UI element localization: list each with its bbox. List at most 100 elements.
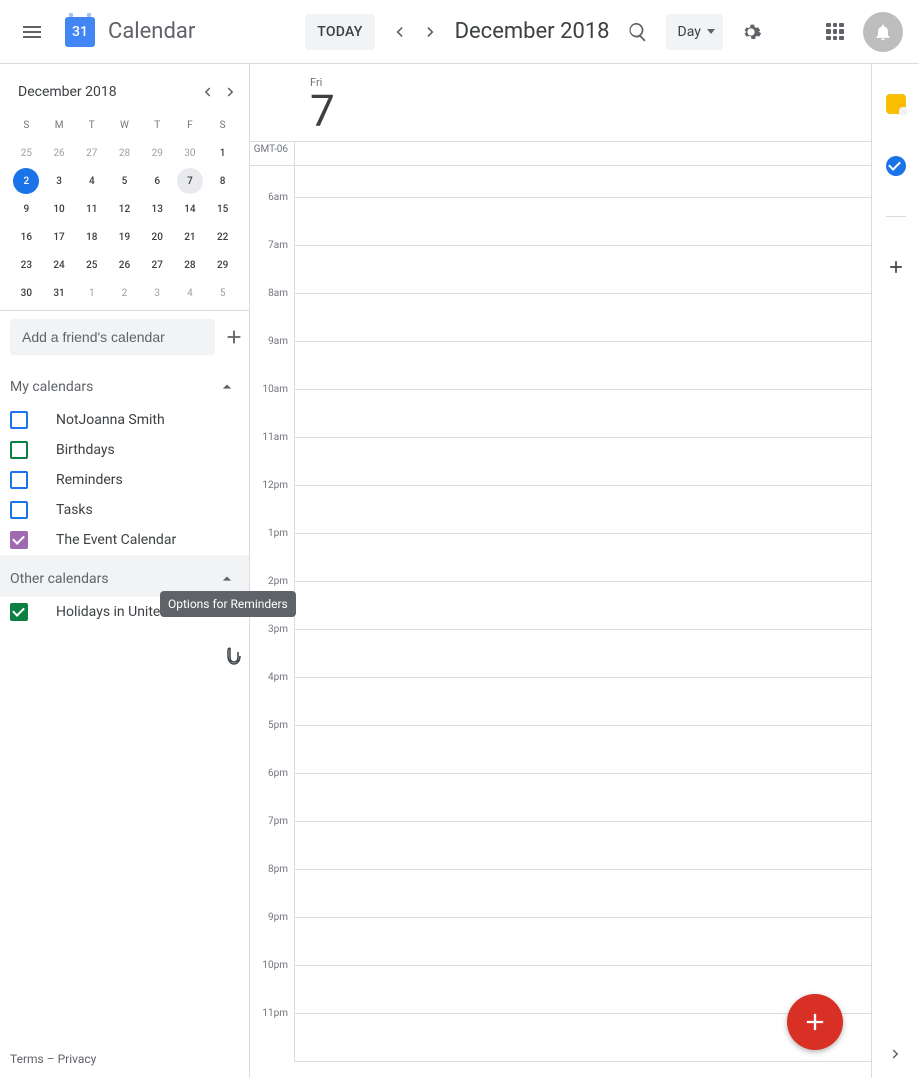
side-panel-collapse[interactable] (884, 1042, 908, 1066)
mini-day[interactable]: 11 (79, 196, 105, 222)
mini-day[interactable]: 13 (144, 196, 170, 222)
my-calendars-header[interactable]: My calendars (0, 363, 249, 405)
tasks-addon[interactable] (876, 146, 916, 186)
hour-cell[interactable] (294, 294, 871, 342)
all-day-cell[interactable] (294, 142, 871, 165)
mini-day[interactable]: 28 (111, 140, 137, 166)
hour-cell[interactable] (294, 918, 871, 966)
mini-day[interactable]: 3 (46, 168, 72, 194)
calendar-checkbox[interactable] (10, 603, 28, 621)
mini-day[interactable]: 25 (79, 252, 105, 278)
mini-day[interactable]: 2 (13, 168, 39, 194)
today-button[interactable]: TODAY (305, 14, 374, 50)
hour-cell[interactable] (294, 342, 871, 390)
mini-day[interactable]: 29 (210, 252, 236, 278)
hour-label: 7pm (250, 816, 294, 864)
mini-day[interactable]: 27 (144, 252, 170, 278)
next-period-button[interactable] (415, 16, 447, 48)
hour-label: 10pm (250, 960, 294, 1008)
hour-label: 6pm (250, 768, 294, 816)
get-addons-button[interactable] (876, 247, 916, 287)
hour-cell[interactable] (294, 198, 871, 246)
calendar-list-item[interactable]: The Event Calendar (0, 525, 249, 555)
mini-day[interactable]: 28 (177, 252, 203, 278)
hour-cell[interactable] (294, 966, 871, 1014)
calendar-checkbox[interactable] (10, 471, 28, 489)
mini-day[interactable]: 4 (79, 168, 105, 194)
calendar-checkbox[interactable] (10, 441, 28, 459)
notifications-button[interactable] (863, 12, 903, 52)
mini-day[interactable]: 26 (111, 252, 137, 278)
mini-day[interactable]: 21 (177, 224, 203, 250)
mini-day[interactable]: 30 (13, 280, 39, 306)
add-calendar-button[interactable] (223, 319, 245, 355)
mini-day[interactable]: 1 (79, 280, 105, 306)
create-event-fab[interactable] (787, 994, 843, 1050)
mini-day[interactable]: 12 (111, 196, 137, 222)
settings-button[interactable] (731, 12, 771, 52)
hour-cell[interactable] (294, 726, 871, 774)
mini-day[interactable]: 3 (144, 280, 170, 306)
hour-cell[interactable] (294, 630, 871, 678)
mini-day[interactable]: 19 (111, 224, 137, 250)
apps-grid-icon (826, 23, 844, 41)
mini-day[interactable]: 25 (13, 140, 39, 166)
mini-day[interactable]: 4 (177, 280, 203, 306)
view-switcher[interactable]: Day (666, 14, 723, 50)
mini-day[interactable]: 1 (210, 140, 236, 166)
mini-day[interactable]: 31 (46, 280, 72, 306)
calendar-list-item[interactable]: Tasks (0, 495, 249, 525)
google-apps-button[interactable] (815, 12, 855, 52)
mini-day[interactable]: 5 (111, 168, 137, 194)
calendar-list-item[interactable]: NotJoanna Smith (0, 405, 249, 435)
mini-day[interactable]: 29 (144, 140, 170, 166)
terms-link[interactable]: Terms (10, 1052, 44, 1066)
calendar-list-item[interactable]: Reminders (0, 465, 249, 495)
day-number[interactable]: 7 (310, 89, 871, 133)
mini-day[interactable]: 16 (13, 224, 39, 250)
mini-day[interactable]: 9 (13, 196, 39, 222)
hour-cell[interactable] (294, 438, 871, 486)
mini-day[interactable]: 26 (46, 140, 72, 166)
hour-cell[interactable] (294, 582, 871, 630)
mini-day[interactable]: 14 (177, 196, 203, 222)
mini-day[interactable]: 27 (79, 140, 105, 166)
calendar-checkbox[interactable] (10, 501, 28, 519)
mini-day[interactable]: 17 (46, 224, 72, 250)
mini-day[interactable]: 10 (46, 196, 72, 222)
mini-day[interactable]: 15 (210, 196, 236, 222)
mini-day[interactable]: 24 (46, 252, 72, 278)
hour-cell[interactable] (294, 486, 871, 534)
hour-cell[interactable] (294, 534, 871, 582)
calendar-checkbox[interactable] (10, 411, 28, 429)
mini-day[interactable]: 30 (177, 140, 203, 166)
hour-cell[interactable] (294, 678, 871, 726)
mini-day[interactable]: 2 (111, 280, 137, 306)
mini-next-month[interactable] (219, 80, 243, 104)
mini-day[interactable]: 5 (210, 280, 236, 306)
mini-day[interactable]: 22 (210, 224, 236, 250)
calendar-list-item[interactable]: Birthdays (0, 435, 249, 465)
mini-day[interactable]: 7 (177, 168, 203, 194)
hours-grid[interactable]: 6am7am8am9am10am11am12pm1pm2pm3pm4pm5pm6… (250, 166, 871, 1078)
mini-day[interactable]: 8 (210, 168, 236, 194)
mini-day[interactable]: 18 (79, 224, 105, 250)
hour-cell[interactable] (294, 1014, 871, 1062)
search-button[interactable] (618, 12, 658, 52)
mini-day[interactable]: 6 (144, 168, 170, 194)
main-menu-button[interactable] (8, 8, 56, 56)
mini-day[interactable]: 23 (13, 252, 39, 278)
mini-day[interactable]: 20 (144, 224, 170, 250)
prev-period-button[interactable] (383, 16, 415, 48)
hour-cell[interactable] (294, 774, 871, 822)
calendar-checkbox[interactable] (10, 531, 28, 549)
hour-cell[interactable] (294, 390, 871, 438)
hour-label: 7am (250, 240, 294, 288)
add-friend-calendar-input[interactable] (10, 319, 215, 355)
hour-cell[interactable] (294, 870, 871, 918)
privacy-link[interactable]: Privacy (58, 1052, 97, 1066)
hour-cell[interactable] (294, 246, 871, 294)
hour-cell[interactable] (294, 822, 871, 870)
mini-prev-month[interactable] (195, 80, 219, 104)
keep-addon[interactable] (876, 84, 916, 124)
